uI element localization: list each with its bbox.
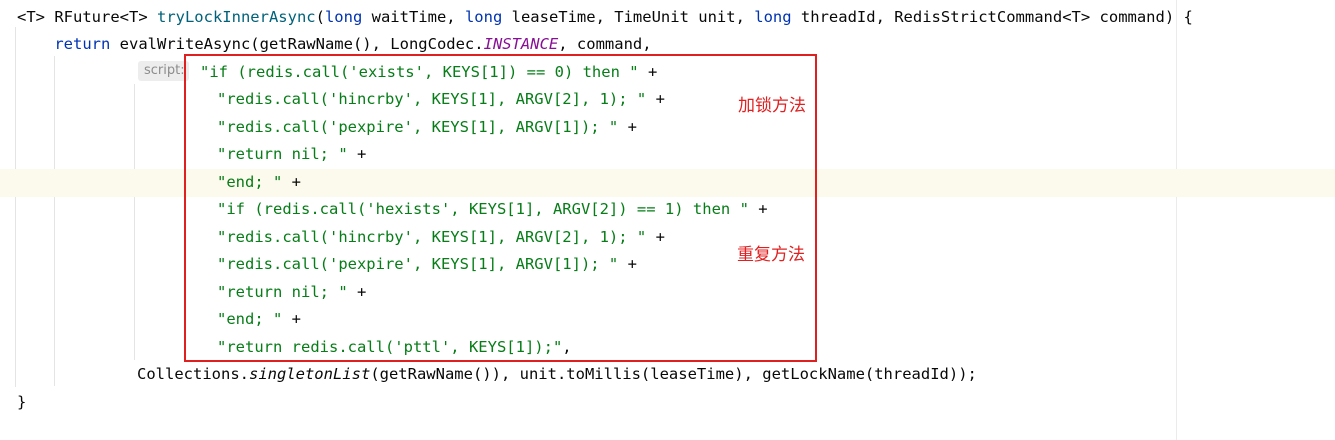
code-token: return xyxy=(54,35,111,53)
code-token: leaseTime, TimeUnit unit, xyxy=(502,8,755,26)
annotation-reentrant-method: 重复方法 xyxy=(737,245,805,265)
code-token: "redis.call('pexpire', KEYS[1], ARGV[1])… xyxy=(217,255,619,273)
code-token: <T> RFuture<T> xyxy=(17,8,157,26)
code-token: "return redis.call('pttl', KEYS[1]);" xyxy=(217,338,563,356)
code-line[interactable]: return evalWriteAsync(getRawName(), Long… xyxy=(0,31,1335,59)
code-token: long xyxy=(754,8,792,26)
code-token: + xyxy=(282,310,301,328)
code-token: + xyxy=(282,173,301,191)
code-token: singletonList xyxy=(248,365,371,383)
code-token: long xyxy=(464,8,503,26)
code-token: "end; " xyxy=(217,310,283,328)
code-token: + xyxy=(638,63,658,81)
code-token: + xyxy=(618,118,637,136)
code-token: + xyxy=(646,90,665,108)
code-token: (getRawName()), unit.toMillis(leaseTime)… xyxy=(370,365,977,383)
code-token: "if (redis.call('exists', KEYS[1]) == 0)… xyxy=(200,63,639,81)
code-token: "return nil; " xyxy=(217,145,348,163)
code-token: tryLockInnerAsync xyxy=(156,8,316,26)
code-token: + xyxy=(347,283,367,301)
code-token: , command, xyxy=(558,35,652,53)
code-token: + xyxy=(347,145,367,163)
code-line[interactable]: "return nil; " + xyxy=(0,141,1335,169)
code-line[interactable]: Collections.singletonList(getRawName()),… xyxy=(0,361,1335,389)
code-line[interactable]: } xyxy=(0,389,1335,417)
code-line[interactable]: "if (redis.call('exists', KEYS[1]) == 0)… xyxy=(0,59,1335,87)
code-token: "redis.call('pexpire', KEYS[1], ARGV[1])… xyxy=(217,118,619,136)
parameter-hint-script: script: xyxy=(138,61,189,81)
code-token: INSTANCE xyxy=(483,35,559,53)
code-token: long xyxy=(324,8,363,26)
code-line[interactable]: "redis.call('pexpire', KEYS[1], ARGV[1])… xyxy=(0,114,1335,142)
code-line[interactable]: "return redis.call('pttl', KEYS[1]);", xyxy=(0,334,1335,362)
code-line[interactable]: "end; " + xyxy=(0,169,1335,197)
code-token: + xyxy=(748,200,768,218)
code-line[interactable]: "redis.call('hincrby', KEYS[1], ARGV[2],… xyxy=(0,224,1335,252)
code-token: waitTime, xyxy=(362,8,465,26)
code-token: ( xyxy=(315,8,325,26)
code-line[interactable]: "end; " + xyxy=(0,306,1335,334)
code-token: Collections. xyxy=(137,365,249,383)
code-token: , xyxy=(562,338,572,356)
code-line[interactable]: <T> RFuture<T> tryLockInnerAsync(long wa… xyxy=(0,4,1335,32)
code-token: "end; " xyxy=(217,173,283,191)
code-token: } xyxy=(17,393,27,411)
code-line[interactable]: "if (redis.call('hexists', KEYS[1], ARGV… xyxy=(0,196,1335,224)
code-token: evalWriteAsync(getRawName(), LongCodec. xyxy=(110,35,484,53)
code-token: "if (redis.call('hexists', KEYS[1], ARGV… xyxy=(217,200,749,218)
code-token: + xyxy=(646,228,665,246)
code-editor[interactable]: <T> RFuture<T> tryLockInnerAsync(long wa… xyxy=(0,0,1335,440)
code-token: + xyxy=(618,255,637,273)
code-token: "return nil; " xyxy=(217,283,348,301)
code-token: "redis.call('hincrby', KEYS[1], ARGV[2],… xyxy=(217,228,647,246)
code-token: "redis.call('hincrby', KEYS[1], ARGV[2],… xyxy=(217,90,647,108)
code-line[interactable]: "redis.call('hincrby', KEYS[1], ARGV[2],… xyxy=(0,86,1335,114)
annotation-lock-method: 加锁方法 xyxy=(738,96,806,116)
code-line[interactable]: "redis.call('pexpire', KEYS[1], ARGV[1])… xyxy=(0,251,1335,279)
code-token: threadId, RedisStrictCommand<T> command)… xyxy=(791,8,1193,26)
code-line[interactable]: "return nil; " + xyxy=(0,279,1335,307)
